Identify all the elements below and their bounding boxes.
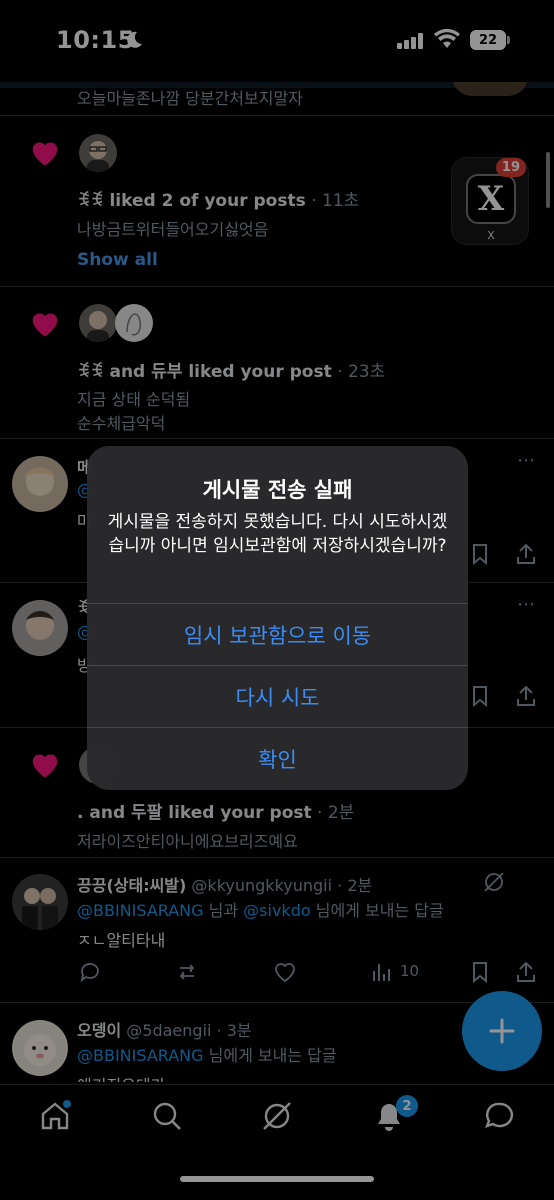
- alert-message: 게시물을 전송하지 못했습니다. 다시 시도하시겠습니까 아니면 임시보관함에 …: [107, 512, 448, 556]
- send-failed-alert: 게시물 전송 실패 게시물을 전송하지 못했습니다. 다시 시도하시겠습니까 아…: [87, 446, 468, 790]
- confirm-button[interactable]: 확인: [87, 727, 468, 789]
- retry-button[interactable]: 다시 시도: [87, 665, 468, 727]
- alert-title: 게시물 전송 실패: [202, 478, 353, 502]
- move-to-drafts-button[interactable]: 임시 보관함으로 이동: [87, 603, 468, 665]
